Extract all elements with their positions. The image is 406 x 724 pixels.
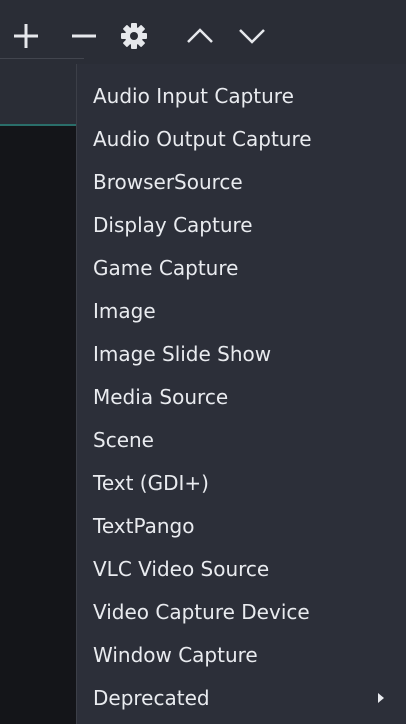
panel-divider xyxy=(0,58,84,59)
menu-item-label: VLC Video Source xyxy=(93,556,270,581)
menu-item-browser-source[interactable]: BrowserSource xyxy=(77,160,406,203)
menu-item-deprecated[interactable]: Deprecated xyxy=(77,676,406,719)
menu-item-window-capture[interactable]: Window Capture xyxy=(77,633,406,676)
menu-item-media-source[interactable]: Media Source xyxy=(77,375,406,418)
menu-item-label: Scene xyxy=(93,427,154,452)
chevron-up-icon xyxy=(187,28,213,43)
menu-item-label: Display Capture xyxy=(93,212,253,237)
move-source-up-button[interactable] xyxy=(178,14,222,58)
preview-area xyxy=(0,126,84,724)
menu-item-audio-input-capture[interactable]: Audio Input Capture xyxy=(77,74,406,117)
menu-item-vlc-video-source[interactable]: VLC Video Source xyxy=(77,547,406,590)
menu-item-display-capture[interactable]: Display Capture xyxy=(77,203,406,246)
plus-icon xyxy=(14,24,38,48)
menu-item-label: Window Capture xyxy=(93,642,258,667)
menu-item-label: BrowserSource xyxy=(93,169,243,194)
menu-item-game-capture[interactable]: Game Capture xyxy=(77,246,406,289)
minus-icon xyxy=(72,34,96,38)
menu-item-label: Audio Output Capture xyxy=(93,126,312,151)
menu-item-video-capture-device[interactable]: Video Capture Device xyxy=(77,590,406,633)
remove-source-button[interactable] xyxy=(62,14,106,58)
menu-item-label: Image Slide Show xyxy=(93,341,272,366)
move-source-down-button[interactable] xyxy=(230,14,274,58)
menu-item-label: Game Capture xyxy=(93,255,239,280)
obs-window: Audio Input Capture Audio Output Capture… xyxy=(0,0,406,724)
source-properties-button[interactable] xyxy=(112,14,156,58)
menu-item-label: Media Source xyxy=(93,384,229,409)
menu-item-label: Video Capture Device xyxy=(93,599,310,624)
sources-panel-background xyxy=(0,58,84,724)
menu-item-image[interactable]: Image xyxy=(77,289,406,332)
menu-item-label: Image xyxy=(93,298,156,323)
chevron-down-icon xyxy=(239,29,265,44)
menu-item-label: Deprecated xyxy=(93,685,210,710)
menu-item-label: TextPango xyxy=(93,513,195,538)
add-source-button[interactable] xyxy=(4,14,48,58)
menu-item-scene[interactable]: Scene xyxy=(77,418,406,461)
menu-item-textpango[interactable]: TextPango xyxy=(77,504,406,547)
gear-icon xyxy=(121,23,147,49)
sources-toolbar xyxy=(0,0,406,65)
menu-item-audio-output-capture[interactable]: Audio Output Capture xyxy=(77,117,406,160)
menu-item-label: Text (GDI+) xyxy=(93,470,209,495)
add-source-context-menu: Audio Input Capture Audio Output Capture… xyxy=(76,64,406,724)
submenu-arrow-icon xyxy=(378,692,384,703)
menu-item-image-slide-show[interactable]: Image Slide Show xyxy=(77,332,406,375)
menu-item-label: Audio Input Capture xyxy=(93,83,294,108)
menu-item-text-gdi[interactable]: Text (GDI+) xyxy=(77,461,406,504)
